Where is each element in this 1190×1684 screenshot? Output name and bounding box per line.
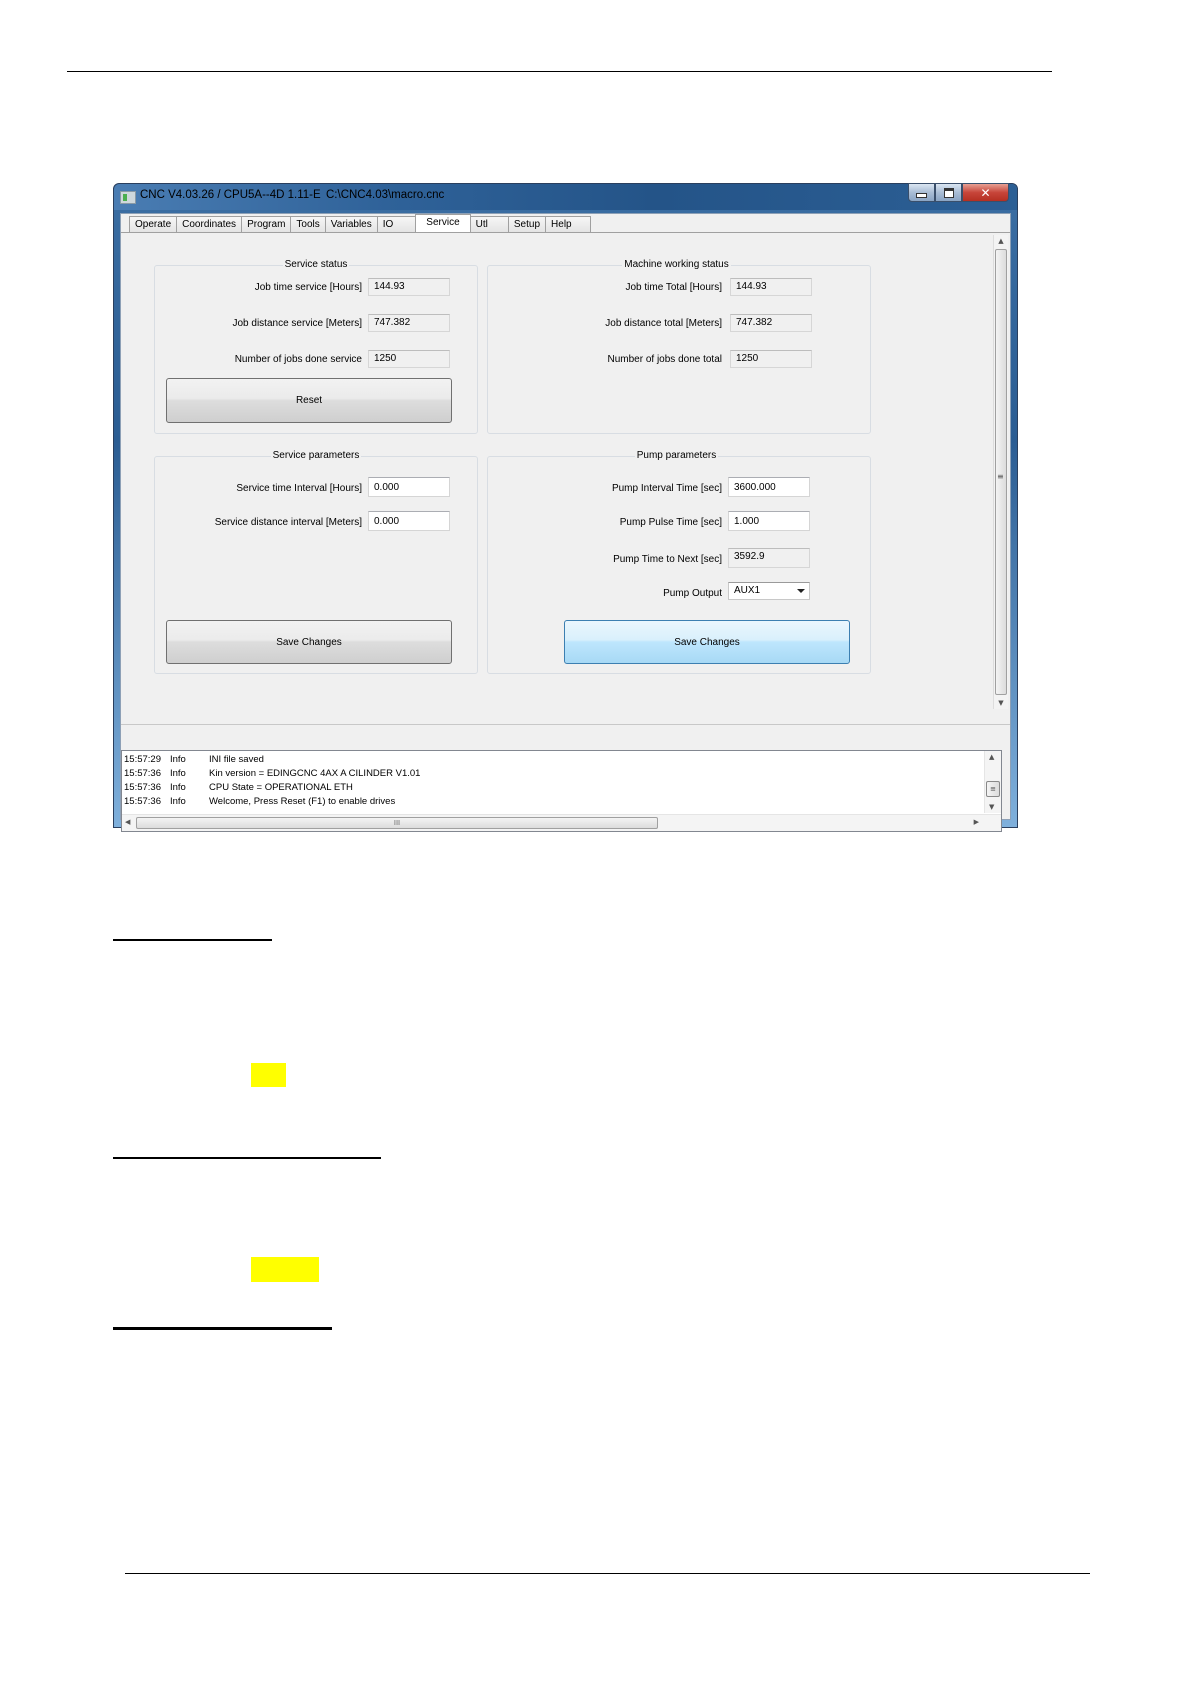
log-time: 15:57:29 xyxy=(124,754,161,765)
job-time-total-value: 144.93 xyxy=(730,278,812,296)
service-parameters-panel: Service parameters Service time Interval… xyxy=(154,450,478,674)
machine-status-title: Machine working status xyxy=(622,259,731,270)
service-time-interval-label: Service time Interval [Hours] xyxy=(236,483,362,494)
jobs-done-total-value: 1250 xyxy=(730,350,812,368)
log-scroll-up-icon[interactable]: ▲ xyxy=(989,753,994,761)
highlight-marker-2 xyxy=(251,1257,319,1282)
maximize-icon xyxy=(943,187,954,198)
title-bar[interactable]: CNC V4.03.26 / CPU5A--4D 1.11-E C:\CNC4.… xyxy=(114,183,1017,210)
tab-service[interactable]: Service xyxy=(415,214,471,233)
page-vertical-scrollbar[interactable]: ▲ ≡ ▼ xyxy=(993,235,1008,709)
window-file-path: C:\CNC4.03\macro.cnc xyxy=(326,189,445,201)
log-scroll-down-icon[interactable]: ▼ xyxy=(989,803,994,811)
tab-variables[interactable]: Variables xyxy=(324,216,378,232)
service-page: Service status Job time service [Hours] … xyxy=(121,232,1010,711)
job-time-service-value: 144.93 xyxy=(368,278,450,296)
pump-pulse-time-label: Pump Pulse Time [sec] xyxy=(619,517,722,528)
app-icon xyxy=(120,191,136,204)
pump-interval-time-label: Pump Interval Time [sec] xyxy=(611,483,722,494)
service-parameters-title: Service parameters xyxy=(270,450,362,461)
service-time-interval-input[interactable] xyxy=(368,477,450,497)
tab-coordinates[interactable]: Coordinates xyxy=(176,216,243,232)
maximize-button[interactable] xyxy=(935,183,962,202)
log-scroll-right-icon[interactable]: ▶ xyxy=(974,818,979,826)
tab-bar: Operate Coordinates Program Tools Variab… xyxy=(129,214,591,233)
log-time: 15:57:36 xyxy=(124,782,161,793)
log-time: 15:57:36 xyxy=(124,796,161,807)
log-message: Kin version = EDINGCNC 4AX A CILINDER V1… xyxy=(209,768,421,779)
log-message: CPU State = OPERATIONAL ETH xyxy=(209,782,353,793)
log-time: 15:57:36 xyxy=(124,768,161,779)
log-vscroll-thumb[interactable]: ≡ xyxy=(986,781,1000,797)
pump-output-select[interactable]: AUX1 xyxy=(728,582,810,600)
highlight-marker-1 xyxy=(251,1063,286,1087)
scroll-up-arrow-icon[interactable]: ▲ xyxy=(994,235,1008,247)
service-status-title: Service status xyxy=(282,259,350,270)
tab-utl[interactable]: Utl xyxy=(469,216,509,232)
log-scroll-left-icon[interactable]: ◀ xyxy=(125,818,130,826)
service-distance-interval-label: Service distance interval [Meters] xyxy=(214,517,362,528)
job-distance-service-label: Job distance service [Meters] xyxy=(232,318,363,329)
section-heading-underline-3 xyxy=(113,1327,332,1330)
log-level: Info xyxy=(170,754,186,765)
log-message: INI file saved xyxy=(209,754,264,765)
log-area: 15:57:29 Info INI file saved 15:57:36 In… xyxy=(121,724,1010,832)
section-heading-underline-2 xyxy=(113,1157,381,1159)
section-heading-underline-1 xyxy=(113,939,272,941)
pump-parameters-panel: Pump parameters Pump Interval Time [sec]… xyxy=(487,450,871,674)
log-list[interactable]: 15:57:29 Info INI file saved 15:57:36 In… xyxy=(121,750,1002,832)
tab-operate[interactable]: Operate xyxy=(129,216,178,232)
log-message: Welcome, Press Reset (F1) to enable driv… xyxy=(209,796,396,807)
pump-output-label: Pump Output xyxy=(663,588,722,599)
service-status-panel: Service status Job time service [Hours] … xyxy=(154,259,478,434)
tab-help[interactable]: Help xyxy=(545,216,591,232)
pump-save-changes-button[interactable]: Save Changes xyxy=(564,620,850,664)
jobs-done-service-label: Number of jobs done service xyxy=(234,354,362,365)
service-save-changes-button[interactable]: Save Changes xyxy=(166,620,452,664)
pump-parameters-title: Pump parameters xyxy=(634,450,719,461)
job-time-service-label: Job time service [Hours] xyxy=(254,282,362,293)
service-distance-interval-input[interactable] xyxy=(368,511,450,531)
pump-interval-time-input[interactable] xyxy=(728,477,810,497)
jobs-done-total-label: Number of jobs done total xyxy=(607,354,722,365)
close-icon: ✕ xyxy=(980,185,991,200)
log-horizontal-scrollbar[interactable]: ◀ III ▶ xyxy=(122,814,1001,831)
pump-output-selected: AUX1 xyxy=(734,585,761,596)
log-level: Info xyxy=(170,768,186,779)
log-level: Info xyxy=(170,782,186,793)
tab-program[interactable]: Program xyxy=(241,216,292,232)
tab-tools[interactable]: Tools xyxy=(290,216,326,232)
machine-status-panel: Machine working status Job time Total [H… xyxy=(487,259,871,434)
job-distance-total-value: 747.382 xyxy=(730,314,812,332)
pump-time-to-next-value: 3592.9 xyxy=(728,548,810,568)
minimize-button[interactable] xyxy=(908,183,935,202)
tab-setup[interactable]: Setup xyxy=(507,216,547,232)
close-button[interactable]: ✕ xyxy=(962,183,1009,202)
page-footer-rule xyxy=(125,1573,1090,1574)
log-vertical-scrollbar[interactable]: ▲ ≡ ▼ xyxy=(984,751,1001,813)
scroll-down-arrow-icon[interactable]: ▼ xyxy=(994,697,1008,709)
tab-io[interactable]: IO xyxy=(376,216,417,232)
reset-button[interactable]: Reset xyxy=(166,378,452,423)
log-hscroll-thumb[interactable]: III xyxy=(136,817,658,829)
job-distance-total-label: Job distance total [Meters] xyxy=(605,318,722,329)
window-title: CNC V4.03.26 / CPU5A--4D 1.11-E xyxy=(140,189,321,201)
pump-time-to-next-label: Pump Time to Next [sec] xyxy=(613,554,722,565)
pump-pulse-time-input[interactable] xyxy=(728,511,810,531)
job-time-total-label: Job time Total [Hours] xyxy=(625,282,722,293)
minimize-icon xyxy=(916,192,927,198)
page-header-rule xyxy=(67,71,1052,72)
log-level: Info xyxy=(170,796,186,807)
scroll-thumb[interactable]: ≡ xyxy=(995,249,1007,695)
jobs-done-service-value: 1250 xyxy=(368,350,450,368)
app-window: CNC V4.03.26 / CPU5A--4D 1.11-E C:\CNC4.… xyxy=(113,183,1018,832)
scroll-grip-icon: ≡ xyxy=(997,472,1004,481)
job-distance-service-value: 747.382 xyxy=(368,314,450,332)
chevron-down-icon xyxy=(797,589,805,593)
window-client: Operate Coordinates Program Tools Variab… xyxy=(120,213,1011,832)
